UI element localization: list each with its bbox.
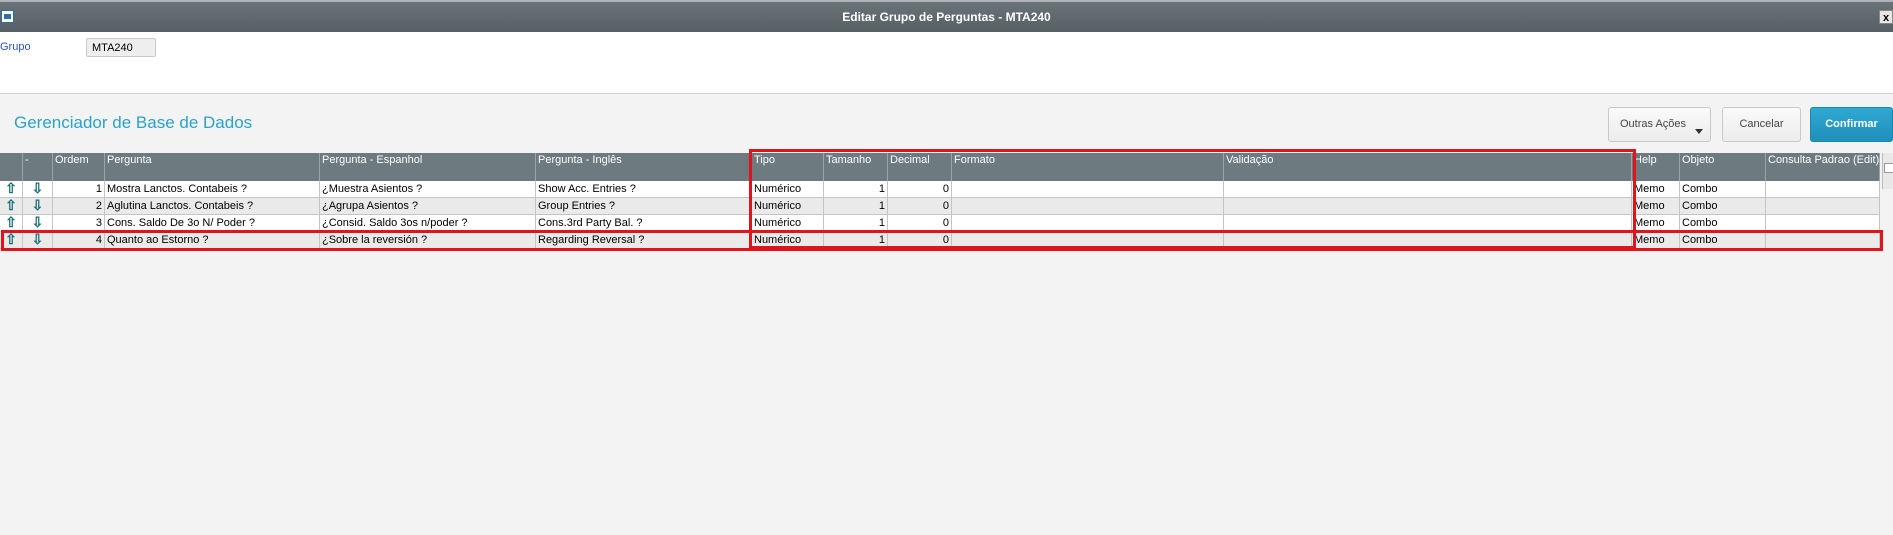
cell-ordem: 2 xyxy=(53,198,105,214)
table-row[interactable]: ⇧ ⇩ 3 Cons. Saldo De 3o N/ Poder ? ¿Cons… xyxy=(0,215,1880,232)
column-header-up[interactable] xyxy=(0,153,23,181)
cell-ingles[interactable]: Regarding Reversal ? xyxy=(536,232,752,248)
cell-help[interactable]: Memo xyxy=(1632,215,1680,231)
table-row[interactable]: ⇧ ⇩ 2 Aglutina Lanctos. Contabeis ? ¿Agr… xyxy=(0,198,1880,215)
close-icon[interactable]: x xyxy=(1879,10,1893,24)
move-down-icon[interactable]: ⇩ xyxy=(23,215,53,231)
cell-tipo[interactable]: Numérico xyxy=(752,198,824,214)
cell-objeto[interactable]: Combo xyxy=(1680,232,1766,248)
cell-validacao[interactable] xyxy=(1224,198,1632,214)
cell-espanhol[interactable]: ¿Muestra Asientos ? xyxy=(320,181,536,197)
cell-consulta[interactable] xyxy=(1766,181,1880,197)
cell-pergunta[interactable]: Aglutina Lanctos. Contabeis ? xyxy=(105,198,320,214)
column-header-consulta[interactable]: Consulta Padrao (Edit) xyxy=(1766,153,1880,181)
cell-objeto[interactable]: Combo xyxy=(1680,181,1766,197)
vertical-scrollbar[interactable] xyxy=(1882,153,1893,189)
cell-formato[interactable] xyxy=(952,198,1224,214)
column-header-tamanho[interactable]: Tamanho xyxy=(824,153,888,181)
cell-decimal[interactable]: 0 xyxy=(888,198,952,214)
cell-ordem: 1 xyxy=(53,181,105,197)
move-down-icon[interactable]: ⇩ xyxy=(23,198,53,214)
column-header-pergunta[interactable]: Pergunta xyxy=(105,153,320,181)
cancel-button[interactable]: Cancelar xyxy=(1722,107,1801,142)
column-header-tipo[interactable]: Tipo xyxy=(752,153,824,181)
cell-formato[interactable] xyxy=(952,215,1224,231)
column-header-down[interactable]: - xyxy=(23,153,53,181)
cell-tamanho[interactable]: 1 xyxy=(824,232,888,248)
cell-formato[interactable] xyxy=(952,232,1224,248)
cell-espanhol[interactable]: ¿Consid. Saldo 3os n/poder ? xyxy=(320,215,536,231)
column-header-formato[interactable]: Formato xyxy=(952,153,1224,181)
cell-tipo[interactable]: Numérico xyxy=(752,215,824,231)
cell-ingles[interactable]: Cons.3rd Party Bal. ? xyxy=(536,215,752,231)
column-header-decimal[interactable]: Decimal xyxy=(888,153,952,181)
grid-header: - Ordem Pergunta Pergunta - Espanhol Per… xyxy=(0,153,1880,181)
cell-pergunta[interactable]: Quanto ao Estorno ? xyxy=(105,232,320,248)
group-label: Grupo xyxy=(0,41,31,53)
move-down-icon[interactable]: ⇩ xyxy=(23,232,53,248)
table-row[interactable]: ⇧ ⇩ 1 Mostra Lanctos. Contabeis ? ¿Muest… xyxy=(0,181,1880,198)
cell-formato[interactable] xyxy=(952,181,1224,197)
chevron-down-icon xyxy=(1695,129,1703,134)
group-field[interactable]: MTA240 xyxy=(86,38,156,57)
cell-validacao[interactable] xyxy=(1224,232,1632,248)
window-title: Editar Grupo de Perguntas - MTA240 xyxy=(842,10,1051,24)
cell-ordem: 3 xyxy=(53,215,105,231)
move-down-icon[interactable]: ⇩ xyxy=(23,181,53,197)
column-header-objeto[interactable]: Objeto xyxy=(1680,153,1766,181)
cell-help[interactable]: Memo xyxy=(1632,232,1680,248)
cell-help[interactable]: Memo xyxy=(1632,181,1680,197)
cell-ingles[interactable]: Show Acc. Entries ? xyxy=(536,181,752,197)
cell-pergunta[interactable]: Mostra Lanctos. Contabeis ? xyxy=(105,181,320,197)
move-up-icon[interactable]: ⇧ xyxy=(0,198,23,214)
table-row[interactable]: ⇧ ⇩ 4 Quanto ao Estorno ? ¿Sobre la reve… xyxy=(0,232,1880,249)
cell-consulta[interactable] xyxy=(1766,198,1880,214)
window-titlebar: Editar Grupo de Perguntas - MTA240 x xyxy=(0,0,1893,32)
cell-decimal[interactable]: 0 xyxy=(888,215,952,231)
cell-decimal[interactable]: 0 xyxy=(888,181,952,197)
cell-pergunta[interactable]: Cons. Saldo De 3o N/ Poder ? xyxy=(105,215,320,231)
cell-consulta[interactable] xyxy=(1766,232,1880,248)
scrollbar-thumb[interactable] xyxy=(1884,163,1893,173)
other-actions-label: Outras Ações xyxy=(1620,118,1687,130)
cell-tamanho[interactable]: 1 xyxy=(824,198,888,214)
cell-espanhol[interactable]: ¿Sobre la reversión ? xyxy=(320,232,536,248)
cell-espanhol[interactable]: ¿Agrupa Asientos ? xyxy=(320,198,536,214)
column-header-ordem[interactable]: Ordem xyxy=(53,153,105,181)
cell-objeto[interactable]: Combo xyxy=(1680,215,1766,231)
move-up-icon[interactable]: ⇧ xyxy=(0,232,23,248)
cell-validacao[interactable] xyxy=(1224,215,1632,231)
cell-decimal[interactable]: 0 xyxy=(888,232,952,248)
group-panel: Grupo MTA240 xyxy=(0,32,1893,94)
cell-tipo[interactable]: Numérico xyxy=(752,232,824,248)
cell-validacao[interactable] xyxy=(1224,181,1632,197)
column-header-help[interactable]: Help xyxy=(1632,153,1680,181)
cell-tamanho[interactable]: 1 xyxy=(824,181,888,197)
cell-ingles[interactable]: Group Entries ? xyxy=(536,198,752,214)
page-title: Gerenciador de Base de Dados xyxy=(14,113,253,132)
column-header-espanhol[interactable]: Pergunta - Espanhol xyxy=(320,153,536,181)
cell-consulta[interactable] xyxy=(1766,215,1880,231)
other-actions-button[interactable]: Outras Ações xyxy=(1608,107,1711,142)
cell-ordem: 4 xyxy=(53,232,105,248)
cell-tamanho[interactable]: 1 xyxy=(824,215,888,231)
cell-objeto[interactable]: Combo xyxy=(1680,198,1766,214)
move-up-icon[interactable]: ⇧ xyxy=(0,215,23,231)
move-up-icon[interactable]: ⇧ xyxy=(0,181,23,197)
cell-help[interactable]: Memo xyxy=(1632,198,1680,214)
column-header-ingles[interactable]: Pergunta - Inglês xyxy=(536,153,752,181)
cell-tipo[interactable]: Numérico xyxy=(752,181,824,197)
column-header-validacao[interactable]: Validação xyxy=(1224,153,1632,181)
confirm-button[interactable]: Confirmar xyxy=(1810,107,1893,142)
